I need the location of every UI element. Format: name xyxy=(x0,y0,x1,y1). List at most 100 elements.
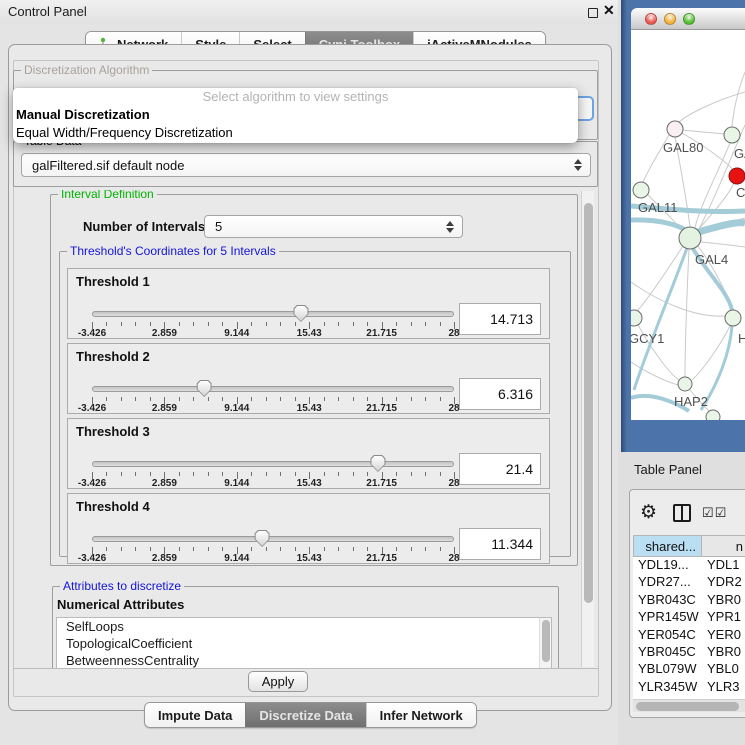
network-edge[interactable] xyxy=(701,242,745,247)
close-traffic-light[interactable] xyxy=(645,13,657,25)
apply-button[interactable]: Apply xyxy=(248,671,308,692)
table-row[interactable]: YPR145WYPR1 xyxy=(633,609,745,626)
threshold-value-field[interactable]: 6.316 xyxy=(459,378,541,410)
threshold-value-field[interactable]: 21.4 xyxy=(459,453,541,485)
threshold-panel: Threshold 3 -3.4262.8599.14415.4321.71528… xyxy=(67,418,550,489)
dropdown-options: Manual DiscretizationEqual Width/Frequen… xyxy=(13,106,578,142)
slider-thumb[interactable] xyxy=(293,305,308,322)
number-of-intervals-combobox[interactable]: 5 xyxy=(204,215,463,238)
slider-track[interactable] xyxy=(92,386,454,392)
network-window-titlebar xyxy=(631,8,745,30)
slider-track[interactable] xyxy=(92,311,454,317)
cell-shared-name[interactable]: YLR345W xyxy=(633,679,702,696)
network-node[interactable] xyxy=(706,410,720,420)
settings-scrollbar[interactable] xyxy=(581,191,594,667)
control-panel-window: Control Panel ✕ NetworkStyleSelectCyni T… xyxy=(0,0,618,745)
network-node-gal80[interactable] xyxy=(667,121,683,137)
network-node-ga[interactable] xyxy=(724,127,740,143)
cell-name[interactable]: YBL0 xyxy=(702,661,745,678)
list-scrollbar-thumb[interactable] xyxy=(542,620,550,662)
float-window-icon[interactable] xyxy=(588,8,598,18)
network-view-window: GAL80GACGAL11GAL4GCY1HHAP2 xyxy=(621,0,745,452)
table-row[interactable]: YBL079WYBL0 xyxy=(633,661,745,678)
network-edge[interactable] xyxy=(685,249,689,377)
attribute-list-item[interactable]: BetweennessCentrality xyxy=(57,652,551,668)
network-node-gal11[interactable] xyxy=(633,182,649,198)
tab-label: Impute Data xyxy=(158,708,232,723)
attribute-list-item[interactable]: SelfLoops xyxy=(57,618,551,635)
intervals-value: 5 xyxy=(215,219,222,234)
network-edge[interactable] xyxy=(692,326,730,380)
bottom-tab-impute-data[interactable]: Impute Data xyxy=(145,703,245,727)
minimize-traffic-light[interactable] xyxy=(664,13,676,25)
list-scrollbar[interactable] xyxy=(539,618,551,668)
cell-shared-name[interactable]: YBR045C xyxy=(633,644,702,661)
dropdown-option[interactable]: Equal Width/Frequency Discretization xyxy=(13,124,578,142)
table-row[interactable]: YBR043CYBR0 xyxy=(633,592,745,609)
cell-name[interactable]: YPR1 xyxy=(702,609,745,626)
cell-shared-name[interactable]: YPR145W xyxy=(633,609,702,626)
threshold-label: Threshold 2 xyxy=(76,349,150,364)
table-row[interactable]: YDL19...YDL1 xyxy=(633,557,745,574)
network-node-gal4[interactable] xyxy=(679,227,701,249)
dropdown-option[interactable]: Manual Discretization xyxy=(13,106,578,124)
table-row[interactable]: YBR045CYBR0 xyxy=(633,644,745,661)
network-node-c[interactable] xyxy=(729,168,745,184)
numerical-attributes-label: Numerical Attributes xyxy=(57,597,184,612)
gear-icon[interactable]: ⚙ xyxy=(640,503,657,523)
cell-name[interactable]: YBR0 xyxy=(702,592,745,609)
attribute-list-item[interactable]: TopologicalCoefficient xyxy=(57,635,551,652)
slider-track[interactable] xyxy=(92,461,454,467)
threshold-label: Threshold 3 xyxy=(76,424,150,439)
settings-scrollbar-thumb[interactable] xyxy=(584,203,593,603)
threshold-slider[interactable]: -3.4262.8599.14415.4321.71528 xyxy=(92,309,454,339)
split-columns-icon[interactable] xyxy=(673,504,691,522)
network-edge[interactable] xyxy=(695,143,730,228)
checkbox-checked-icons[interactable]: ☑☑ xyxy=(702,505,727,521)
bottom-tab-infer-network[interactable]: Infer Network xyxy=(366,703,476,727)
cell-shared-name[interactable]: YER054C xyxy=(633,627,702,644)
cell-name[interactable]: YDL1 xyxy=(702,557,745,574)
network-edge[interactable] xyxy=(631,282,725,316)
threshold-value-field[interactable]: 11.344 xyxy=(459,528,541,560)
cell-name[interactable]: YBR0 xyxy=(702,644,745,661)
slider-track[interactable] xyxy=(92,536,454,542)
cell-shared-name[interactable]: YDR27... xyxy=(633,574,702,591)
numerical-attributes-list[interactable]: SelfLoopsTopologicalCoefficientBetweenne… xyxy=(56,617,552,668)
network-edge[interactable] xyxy=(683,130,724,134)
threshold-label: Threshold 1 xyxy=(76,274,150,289)
table-row[interactable]: YER054CYER0 xyxy=(633,627,745,644)
network-node-hap2[interactable] xyxy=(678,377,692,391)
cell-name[interactable]: YER0 xyxy=(702,627,745,644)
threshold-slider[interactable]: -3.4262.8599.14415.4321.71528 xyxy=(92,384,454,414)
slider-thumb[interactable] xyxy=(370,455,385,472)
close-icon[interactable]: ✕ xyxy=(603,2,615,19)
threshold-slider[interactable]: -3.4262.8599.14415.4321.71528 xyxy=(92,534,454,564)
cell-name[interactable]: YLR3 xyxy=(702,679,745,696)
column-header-shared[interactable]: shared... xyxy=(633,535,702,557)
bottom-tab-discretize-data[interactable]: Discretize Data xyxy=(245,703,365,727)
table-panel-toolbar: ⚙ ☑☑ xyxy=(633,500,745,526)
cell-name[interactable]: YDR2 xyxy=(702,574,745,591)
network-edge[interactable] xyxy=(732,72,745,127)
slider-thumb[interactable] xyxy=(197,380,212,397)
threshold-slider[interactable]: -3.4262.8599.14415.4321.71528 xyxy=(92,459,454,489)
cell-shared-name[interactable]: YBL079W xyxy=(633,661,702,678)
column-header-name[interactable]: n xyxy=(702,535,745,557)
table-scrollbar-thumb[interactable] xyxy=(636,702,739,711)
table-row[interactable]: YDR27...YDR2 xyxy=(633,574,745,591)
threshold-value-field[interactable]: 14.713 xyxy=(459,303,541,335)
apply-separator xyxy=(13,668,599,669)
network-node-gcy1[interactable] xyxy=(631,310,642,326)
cell-shared-name[interactable]: YBR043C xyxy=(633,592,702,609)
slider-tick-labels: -3.4262.8599.14415.4321.71528 xyxy=(92,403,454,415)
network-node-h[interactable] xyxy=(725,310,741,326)
cell-shared-name[interactable]: YDL19... xyxy=(633,557,702,574)
table-row[interactable]: YLR345WYLR3 xyxy=(633,679,745,696)
slider-thumb[interactable] xyxy=(255,530,270,547)
zoom-traffic-light[interactable] xyxy=(683,13,695,25)
network-canvas[interactable]: GAL80GACGAL11GAL4GCY1HHAP2 xyxy=(631,30,745,420)
table-horizontal-scrollbar[interactable] xyxy=(633,699,745,712)
table-data-combobox[interactable]: galFiltered.sif default node xyxy=(21,153,591,177)
network-edge-highlighted[interactable] xyxy=(631,220,688,233)
